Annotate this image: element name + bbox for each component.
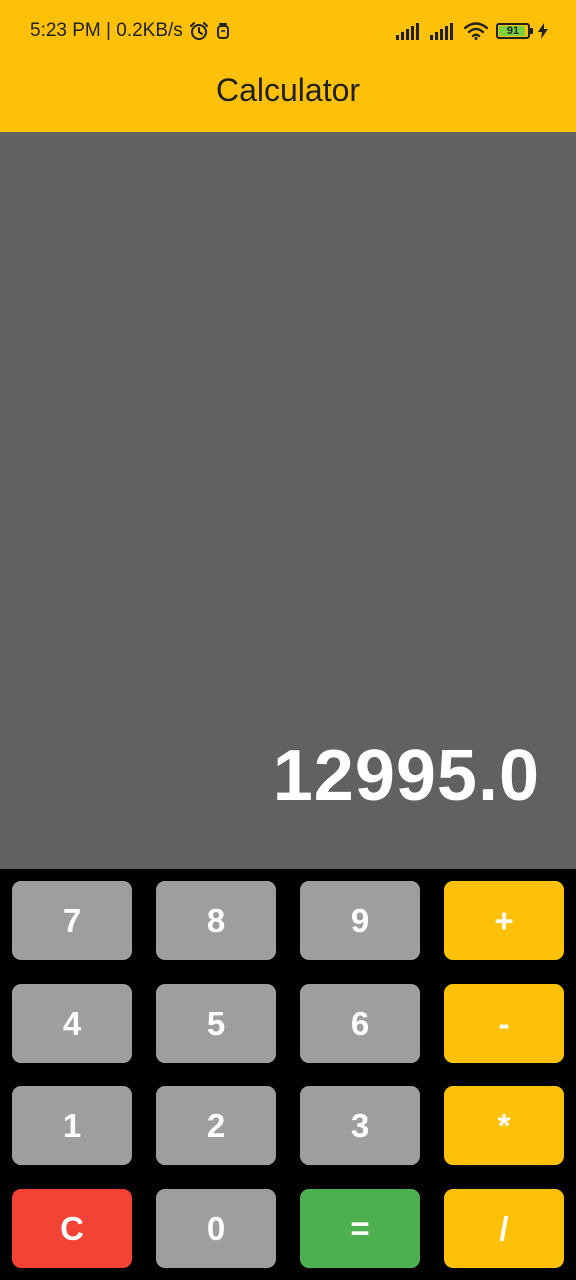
status-time-speed: 5:23 PM | 0.2KB/s: [30, 20, 183, 41]
wifi-icon: [464, 22, 488, 40]
key-add[interactable]: +: [444, 881, 564, 960]
key-9[interactable]: 9: [300, 881, 420, 960]
key-8[interactable]: 8: [156, 881, 276, 960]
key-divide[interactable]: /: [444, 1189, 564, 1268]
notification-icon: [215, 22, 231, 40]
key-subtract[interactable]: -: [444, 984, 564, 1063]
signal-icon: [430, 22, 456, 40]
key-6[interactable]: 6: [300, 984, 420, 1063]
key-3[interactable]: 3: [300, 1086, 420, 1165]
charging-icon: [538, 23, 548, 39]
key-0[interactable]: 0: [156, 1189, 276, 1268]
alarm-icon: [189, 21, 209, 41]
signal-icon: [396, 22, 422, 40]
display-value: 12995.0: [272, 736, 540, 816]
result-display: 12995.0: [0, 132, 576, 869]
key-2[interactable]: 2: [156, 1086, 276, 1165]
key-equals[interactable]: =: [300, 1189, 420, 1268]
key-5[interactable]: 5: [156, 984, 276, 1063]
top-bar: 5:23 PM | 0.2KB/s 91 Calculator: [0, 0, 576, 132]
key-clear[interactable]: C: [12, 1189, 132, 1268]
app-title: Calculator: [215, 71, 361, 108]
key-1[interactable]: 1: [12, 1086, 132, 1165]
battery-icon: 91: [496, 23, 533, 39]
key-4[interactable]: 4: [12, 984, 132, 1063]
status-left: 5:23 PM | 0.2KB/s: [30, 19, 231, 43]
status-right: 91: [396, 19, 548, 43]
calculator-app: 5:23 PM | 0.2KB/s 91 Calculator 12995.0 …: [0, 0, 576, 1280]
keypad: 7 8 9 + 4 5 6 - 1 2 3 * C 0 = /: [0, 869, 576, 1280]
battery-level: 91: [506, 24, 520, 37]
key-7[interactable]: 7: [12, 881, 132, 960]
status-bar: 5:23 PM | 0.2KB/s 91: [0, 0, 576, 62]
key-multiply[interactable]: *: [444, 1086, 564, 1165]
